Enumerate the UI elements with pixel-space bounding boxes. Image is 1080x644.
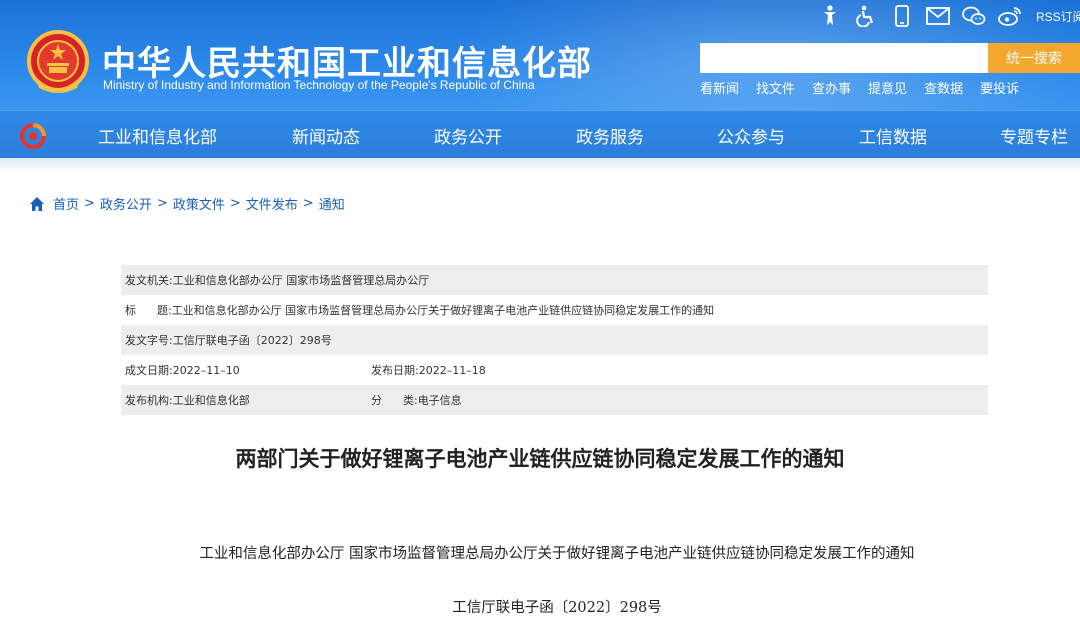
wechat-icon[interactable] bbox=[962, 4, 986, 28]
breadcrumb-policy-files[interactable]: 政策文件 bbox=[173, 194, 225, 213]
meta-label: 发文字号: bbox=[125, 334, 173, 347]
quick-link-complaint[interactable]: 要投诉 bbox=[980, 78, 1019, 97]
mail-icon[interactable] bbox=[926, 4, 950, 28]
nav-item-government-services[interactable]: 政务服务 bbox=[576, 123, 644, 148]
breadcrumb-separator: > bbox=[229, 196, 241, 211]
meta-cell-published: 发布日期:2022–11–18 bbox=[371, 362, 486, 378]
article-title: 两部门关于做好锂离子电池产业链供应链协同稳定发展工作的通知 bbox=[235, 447, 845, 471]
breadcrumb-separator: > bbox=[156, 196, 168, 211]
ministry-logo-icon[interactable] bbox=[20, 123, 46, 149]
nav-item-government-affairs[interactable]: 政务公开 bbox=[434, 123, 502, 148]
breadcrumb-separator: > bbox=[302, 196, 314, 211]
weibo-icon[interactable] bbox=[998, 4, 1022, 28]
document-meta-table: 发文机关: 工业和信息化部办公厅 国家市场监督管理总局办公厅 标 题: 工业和信… bbox=[121, 265, 988, 415]
meta-value: 工信厅联电子函〔2022〕298号 bbox=[172, 334, 332, 347]
breadcrumb-home[interactable]: 首页 bbox=[53, 194, 79, 213]
meta-value: 2022–11–18 bbox=[418, 364, 486, 377]
quick-link-data[interactable]: 查数据 bbox=[924, 78, 963, 97]
nav-item-data[interactable]: 工信数据 bbox=[859, 123, 927, 148]
meta-label: 发布日期: bbox=[371, 364, 419, 377]
meta-label: 发布机构: bbox=[125, 394, 173, 407]
search-button[interactable]: 统一搜索 bbox=[988, 43, 1080, 73]
wheelchair-icon[interactable] bbox=[854, 4, 878, 28]
nav-shadow bbox=[0, 158, 1080, 172]
quick-link-news[interactable]: 看新闻 bbox=[700, 78, 739, 97]
meta-row-dates: 成文日期: 2022–11–10 发布日期:2022–11–18 bbox=[121, 355, 988, 385]
nav-item-public-participation[interactable]: 公众参与 bbox=[717, 123, 785, 148]
search-input[interactable] bbox=[700, 43, 988, 73]
breadcrumb-file-release[interactable]: 文件发布 bbox=[246, 194, 298, 213]
meta-value: 工业和信息化部办公厅 国家市场监督管理总局办公厅关于做好锂离子电池产业链供应链协… bbox=[171, 304, 715, 317]
rss-link[interactable]: RSS订阅 bbox=[1036, 8, 1080, 25]
breadcrumb: 首页 > 政务公开 > 政策文件 > 文件发布 > 通知 bbox=[29, 194, 345, 213]
accessibility-figure-icon[interactable] bbox=[818, 4, 842, 28]
mobile-phone-icon[interactable] bbox=[890, 4, 914, 28]
breadcrumb-government-affairs[interactable]: 政务公开 bbox=[100, 194, 152, 213]
meta-row-publisher: 发布机构: 工业和信息化部 分 类:电子信息 bbox=[121, 385, 988, 415]
meta-row-title: 标 题: 工业和信息化部办公厅 国家市场监督管理总局办公厅关于做好锂离子电池产业… bbox=[121, 295, 988, 325]
meta-label: 分 类: bbox=[371, 394, 418, 407]
utility-icon-bar bbox=[818, 4, 1034, 28]
meta-label: 标 题: bbox=[125, 304, 172, 317]
meta-value: 工业和信息化部 bbox=[172, 394, 250, 407]
meta-row-issuer: 发文机关: 工业和信息化部办公厅 国家市场监督管理总局办公厅 bbox=[121, 265, 988, 295]
meta-row-doc-number: 发文字号: 工信厅联电子函〔2022〕298号 bbox=[121, 325, 988, 355]
meta-cell-category: 分 类:电子信息 bbox=[371, 392, 462, 408]
meta-value: 2022–11–10 bbox=[172, 363, 240, 377]
quick-link-files[interactable]: 找文件 bbox=[756, 78, 795, 97]
meta-value: 工业和信息化部办公厅 国家市场监督管理总局办公厅 bbox=[172, 274, 430, 287]
nav-item-special-topics[interactable]: 专题专栏 bbox=[1000, 123, 1068, 148]
nav-item-news[interactable]: 新闻动态 bbox=[292, 123, 360, 148]
breadcrumb-separator: > bbox=[84, 196, 95, 211]
breadcrumb-notice[interactable]: 通知 bbox=[319, 194, 345, 213]
home-icon[interactable] bbox=[29, 196, 45, 212]
meta-label: 成文日期: bbox=[125, 364, 173, 377]
meta-value: 电子信息 bbox=[417, 394, 462, 407]
article-doc-number: 工信厅联电子函〔2022〕298号 bbox=[452, 600, 662, 616]
article-subtitle: 工业和信息化部办公厅 国家市场监督管理总局办公厅关于做好锂离子电池产业链供应链协… bbox=[199, 546, 915, 562]
quick-link-feedback[interactable]: 提意见 bbox=[868, 78, 907, 97]
meta-label: 发文机关: bbox=[125, 274, 173, 287]
site-subtitle: Ministry of Industry and Information Tec… bbox=[103, 78, 535, 92]
nav-item-ministry[interactable]: 工业和信息化部 bbox=[98, 123, 217, 148]
main-nav: 工业和信息化部 新闻动态 政务公开 政务服务 公众参与 工信数据 专题专栏 bbox=[0, 110, 1080, 158]
national-emblem-icon[interactable] bbox=[27, 30, 89, 96]
quick-links: 看新闻 找文件 查办事 提意见 查数据 要投诉 bbox=[700, 78, 1036, 97]
quick-link-services[interactable]: 查办事 bbox=[812, 78, 851, 97]
site-header: 中华人民共和国工业和信息化部 Ministry of Industry and … bbox=[0, 0, 1080, 110]
